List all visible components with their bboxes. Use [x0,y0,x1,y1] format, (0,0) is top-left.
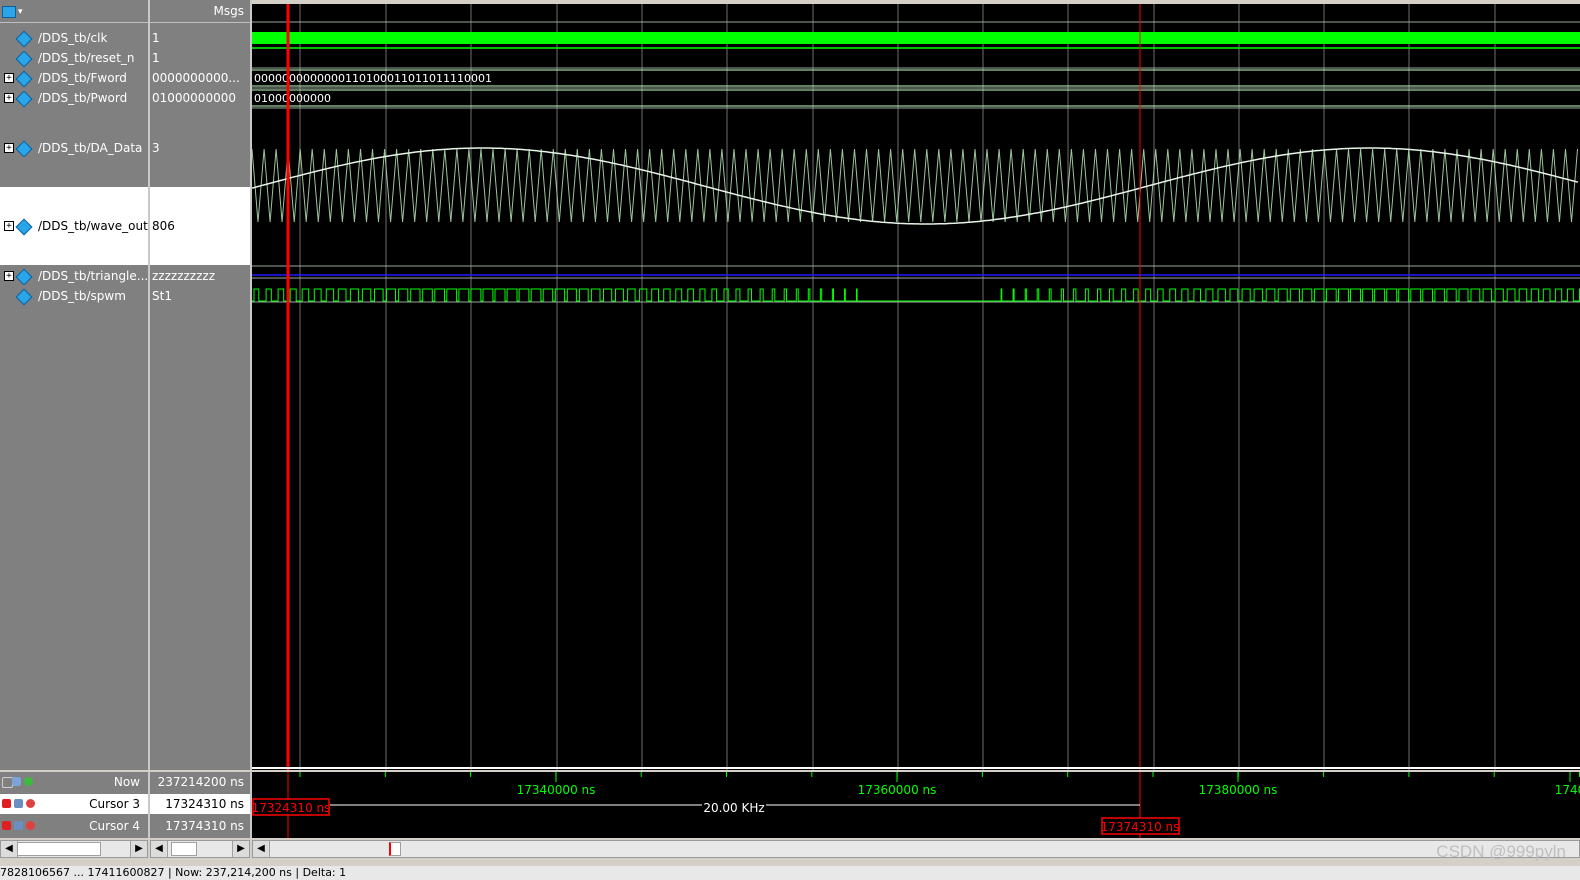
names-header: ▾ [0,0,148,23]
dropdown-arrow-icon[interactable]: ▾ [18,1,23,23]
signal-value: 1 [152,51,160,65]
msgs-header: Msgs [150,0,250,23]
now-value: 237214200 ns [157,775,244,789]
scroll-left-icon[interactable]: ◀ [1,841,18,857]
scroll-left-icon[interactable]: ◀ [253,841,270,857]
cursor-4-tag: 17374310 ns [1101,820,1180,834]
lock-icon[interactable] [2,799,11,808]
spwm-waveform [252,288,1580,302]
signal-value: 1 [152,31,160,45]
cursor-3-value[interactable]: 17324310 ns [150,794,250,814]
signal-row[interactable]: /DDS_tb/spwm [0,286,148,306]
scroll-thumb[interactable] [17,842,101,856]
cursor-3-label: Cursor 3 [89,797,140,811]
now-label: Now [113,775,140,789]
signal-value-row[interactable]: 0000000000... [150,68,250,88]
ruler-tick-label: 17360000 ns [858,783,937,797]
cursor-values-pane: 237214200 ns 17324310 ns 17374310 ns [150,772,252,838]
waveform-pane[interactable]: 0000000000000110100011011011110001 010000… [252,4,1580,770]
signal-row[interactable]: +/DDS_tb/DA_Data [0,128,148,168]
names-scrollbar[interactable]: ◀ ▶ [0,840,148,858]
ruler-tick-label: 17380000 ns [1199,783,1278,797]
signal-value-row[interactable]: 3 [150,128,250,168]
bus-value-label: 01000000000 [254,92,331,105]
signal-value-row[interactable]: 1 [150,28,250,48]
watermark: CSDN @999pyln [1436,842,1566,861]
cursor-3-row[interactable]: Cursor 3 [0,794,148,814]
signal-row[interactable]: +/DDS_tb/Fword [0,68,148,88]
signal-values-pane: Msgs 1 1 0000000000... 01000000000 3 806 zzzzz… [150,0,252,770]
scroll-thumb[interactable] [171,842,197,856]
signal-row[interactable]: +/DDS_tb/triangle... [0,266,148,286]
clk-waveform [252,32,1580,44]
cursor-4-label: Cursor 4 [89,819,140,833]
signal-value-row[interactable]: 806 [150,187,250,265]
expand-icon[interactable]: + [4,93,14,103]
signal-value: zzzzzzzzzz [152,269,215,283]
signal-value-row[interactable]: 1 [150,48,250,68]
expand-icon[interactable]: + [4,73,14,83]
signal-row[interactable]: +/DDS_tb/wave_out [0,187,148,265]
time-ruler-pane[interactable]: 17340000 ns 17360000 ns 17380000 ns 1740 173… [252,772,1580,838]
ruler-tick-label: 17340000 ns [517,783,596,797]
status-bar: 7828106567 ... 17411600827 | Now: 237,21… [0,866,1580,880]
ruler-tick-label: 1740 [1555,783,1580,797]
bus-value-label: 0000000000000110100011011011110001 [254,72,492,85]
delta-label: 20.00 KHz [703,801,764,815]
signal-value: 0000000000... [152,71,240,85]
da-data-waveform [252,148,1578,223]
signal-value-row[interactable]: 01000000000 [150,88,250,108]
signal-row[interactable]: /DDS_tb/reset_n [0,48,148,68]
cursor-settings-icon[interactable] [12,777,21,786]
time-ruler[interactable]: 17340000 ns 17360000 ns 17380000 ns 1740 173… [252,772,1580,838]
expand-icon[interactable]: + [4,221,14,231]
cursor-4-value[interactable]: 17374310 ns [150,816,250,836]
signal-row[interactable]: +/DDS_tb/Pword [0,88,148,108]
scroll-left-icon[interactable]: ◀ [151,841,168,857]
remove-cursor-icon[interactable] [26,799,35,808]
signal-value: 01000000000 [152,91,236,105]
signal-value-row[interactable]: St1 [150,286,250,306]
values-scrollbar[interactable]: ◀ ▶ [150,840,250,858]
signal-value: 806 [152,219,175,233]
wrench-icon[interactable] [14,821,23,830]
remove-cursor-icon[interactable] [26,821,35,830]
expand-icon[interactable]: + [4,143,14,153]
scroll-right-icon[interactable]: ▶ [232,841,249,857]
cursor-3-tag: 17324310 ns [252,801,330,815]
signal-names-pane: ▾ /DDS_tb/clk/DDS_tb/reset_n +/DDS_tb/Fwo… [0,0,150,770]
signal-value-row[interactable]: zzzzzzzzzz [150,266,250,286]
cursor-4-row[interactable]: Cursor 4 [0,816,148,836]
signal-value: St1 [152,289,172,303]
scroll-right-icon[interactable]: ▶ [130,841,147,857]
signal-value: 3 [152,141,160,155]
expand-icon[interactable]: + [4,271,14,281]
signal-row[interactable]: /DDS_tb/clk [0,28,148,48]
wave-scrollbar[interactable]: ◀ [252,840,1580,858]
wave-toolbar-icon[interactable] [2,6,16,18]
wrench-icon[interactable] [14,799,23,808]
waveform-canvas[interactable]: 0000000000000110100011011011110001 010000… [252,4,1580,770]
now-row: Now [0,772,148,792]
cursor-names-pane: Now Cursor 3 Cursor 4 [0,772,150,838]
add-icon[interactable] [24,777,33,786]
scroll-thumb[interactable] [389,842,401,856]
lock-icon[interactable] [2,821,11,830]
